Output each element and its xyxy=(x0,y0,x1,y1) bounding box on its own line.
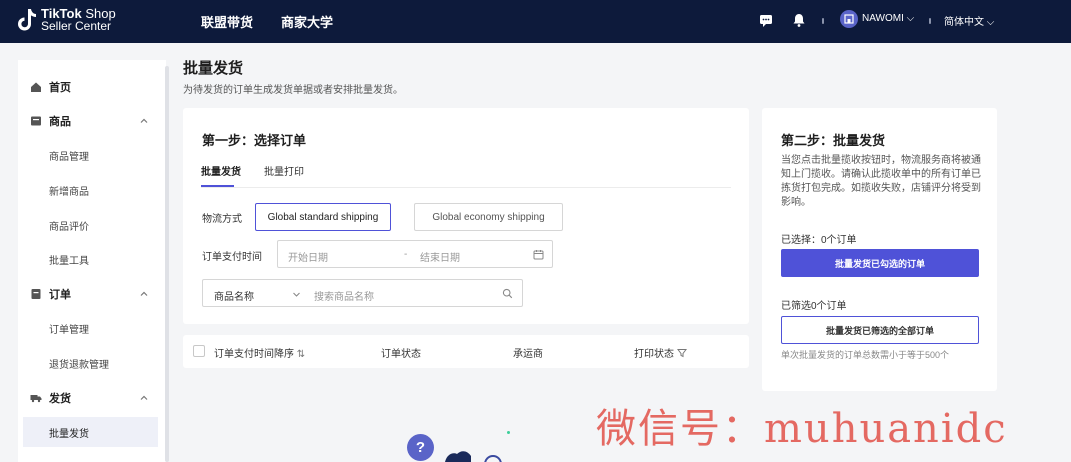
col-carrier: 承运商 xyxy=(513,349,543,360)
language-select[interactable]: 简体中文 ⌵ xyxy=(944,13,994,28)
start-date-input[interactable]: 开始日期 xyxy=(288,249,328,264)
sidebar-item-shipping[interactable]: 发货 xyxy=(18,383,158,413)
search-field-select[interactable]: 商品名称 xyxy=(214,288,254,303)
chevron-down-icon xyxy=(293,292,300,297)
orders-table-header: 订单支付时间降序 ⇅ 订单状态 承运商 打印状态 xyxy=(183,335,749,368)
ship-filtered-button[interactable]: 批量发货已筛选的全部订单 xyxy=(781,316,979,344)
step1-card: 第一步：选择订单 批量发货 批量打印 物流方式 Global standard … xyxy=(183,108,749,324)
chevron-up-icon xyxy=(140,118,148,123)
sidebar-label: 新增商品 xyxy=(49,186,89,198)
col-order-status: 订单状态 xyxy=(381,349,421,360)
bulk-limit-note: 单次批量发货的订单总数需小于等于500个 xyxy=(781,350,950,360)
search-input[interactable]: 搜索商品名称 xyxy=(314,288,374,303)
truck-icon xyxy=(30,395,42,403)
tab-bulk-print[interactable]: 批量打印 xyxy=(264,163,304,178)
filtered-count: 已筛选0个订单 xyxy=(781,301,847,312)
col-print-status[interactable]: 打印状态 xyxy=(634,345,687,360)
sidebar-label: 订单 xyxy=(49,289,71,301)
sidebar-item-add-product[interactable]: 新增商品 xyxy=(18,175,158,205)
page-subtitle: 为待发货的订单生成发货单据或者安排批量发货。 xyxy=(183,85,403,96)
sidebar-item-bulk-ship[interactable]: 批量发货 xyxy=(23,417,158,447)
step1-title: 第一步：选择订单 xyxy=(202,133,307,148)
sidebar-item-bulk-tools[interactable]: 批量工具 xyxy=(18,244,158,274)
chevron-up-icon xyxy=(140,291,148,296)
col-pay-time[interactable]: 订单支付时间降序 ⇅ xyxy=(214,345,305,360)
nav-affiliate[interactable]: 联盟带货 xyxy=(201,12,253,31)
end-date-input[interactable]: 结束日期 xyxy=(420,249,460,264)
nav-academy[interactable]: 商家大学 xyxy=(281,12,333,31)
pay-time-label: 订单支付时间 xyxy=(202,252,262,263)
sidebar-item-home[interactable]: 首页 xyxy=(18,72,158,102)
bell-icon[interactable] xyxy=(791,12,807,28)
sidebar-label: 发货 xyxy=(49,393,71,405)
date-range-picker[interactable]: 开始日期 - 结束日期 xyxy=(277,240,553,268)
sidebar-label: 商品 xyxy=(49,116,71,128)
sidebar-item-product-manage[interactable]: 商品管理 xyxy=(18,140,158,170)
search-icon[interactable] xyxy=(502,288,513,299)
filter-icon xyxy=(676,349,687,358)
step2-card: 第二步：批量发货 当您点击批量揽收按钮时，物流服务商将被通知上门揽收。请确认此揽… xyxy=(762,108,997,391)
page-title: 批量发货 xyxy=(183,60,244,77)
step2-title: 第二步：批量发货 xyxy=(781,133,886,148)
divider xyxy=(822,18,824,24)
sidebar-scrollbar[interactable] xyxy=(165,66,169,462)
empty-state-question-icon: ? xyxy=(407,434,434,461)
magnifier-illustration xyxy=(484,455,502,462)
tab-active-indicator xyxy=(201,185,234,187)
sidebar-label: 批量发货 xyxy=(49,428,89,440)
select-all-checkbox[interactable] xyxy=(193,345,205,357)
col-label: 订单支付时间降序 xyxy=(214,349,294,360)
empty-state-illustration xyxy=(445,451,471,462)
shipping-method-label: 物流方式 xyxy=(202,214,242,225)
tab-bulk-ship[interactable]: 批量发货 xyxy=(201,163,241,178)
chevron-up-icon xyxy=(140,395,148,400)
sort-icon: ⇅ xyxy=(296,349,306,360)
avatar[interactable] xyxy=(840,10,858,28)
sidebar-label: 商品评价 xyxy=(49,221,89,233)
product-icon xyxy=(31,116,41,126)
tab-divider xyxy=(201,187,731,188)
sidebar: 首页 商品 商品管理 新增商品 商品评价 批量工具 订单 订单管理 退货退款管理… xyxy=(18,60,166,462)
top-bar: TikTok Shop Seller Center 联盟带货 商家大学 NAWO… xyxy=(0,0,1071,43)
selected-count: 已选择：0个订单 xyxy=(781,235,857,246)
sidebar-item-returns[interactable]: 退货退款管理 xyxy=(18,348,158,378)
step2-description: 当您点击批量揽收按钮时，物流服务商将被通知上门揽收。请确认此揽收单中的所有订单已… xyxy=(781,155,981,208)
logo-subtitle: Seller Center xyxy=(41,19,112,33)
sidebar-item-products[interactable]: 商品 xyxy=(18,106,158,136)
tiktok-logo-icon xyxy=(18,9,36,31)
user-name: NAWOMI xyxy=(862,13,904,24)
watermark-text: 微信号：muhuanidc xyxy=(596,406,1008,452)
message-icon[interactable] xyxy=(758,12,774,28)
sidebar-label: 订单管理 xyxy=(49,324,89,336)
chevron-down-icon: ⌵ xyxy=(986,17,995,28)
product-search: 商品名称 搜索商品名称 xyxy=(202,279,523,307)
user-menu[interactable]: NAWOMI ⌵ xyxy=(862,13,914,24)
language-label: 简体中文 xyxy=(944,17,984,28)
col-label: 打印状态 xyxy=(634,349,674,360)
sidebar-label: 批量工具 xyxy=(49,255,89,267)
sidebar-item-order-manage[interactable]: 订单管理 xyxy=(18,313,158,343)
sidebar-label: 首页 xyxy=(49,82,71,94)
chevron-down-icon: ⌵ xyxy=(906,13,915,24)
sidebar-label: 商品管理 xyxy=(49,151,89,163)
divider xyxy=(929,18,931,24)
tiktok-shop-logo[interactable]: TikTok Shop Seller Center xyxy=(17,7,116,33)
home-icon xyxy=(31,82,41,92)
economy-shipping-option[interactable]: Global economy shipping xyxy=(414,203,563,231)
order-icon xyxy=(31,289,41,299)
ship-selected-button[interactable]: 批量发货已勾选的订单 xyxy=(781,249,979,277)
decorative-dot xyxy=(507,431,510,434)
sidebar-item-product-reviews[interactable]: 商品评价 xyxy=(18,210,158,240)
calendar-icon xyxy=(533,250,544,260)
sidebar-item-orders[interactable]: 订单 xyxy=(18,279,158,309)
sidebar-label: 退货退款管理 xyxy=(49,359,109,371)
date-separator: - xyxy=(404,249,408,260)
store-icon xyxy=(844,14,854,24)
standard-shipping-option[interactable]: Global standard shipping xyxy=(255,203,391,231)
